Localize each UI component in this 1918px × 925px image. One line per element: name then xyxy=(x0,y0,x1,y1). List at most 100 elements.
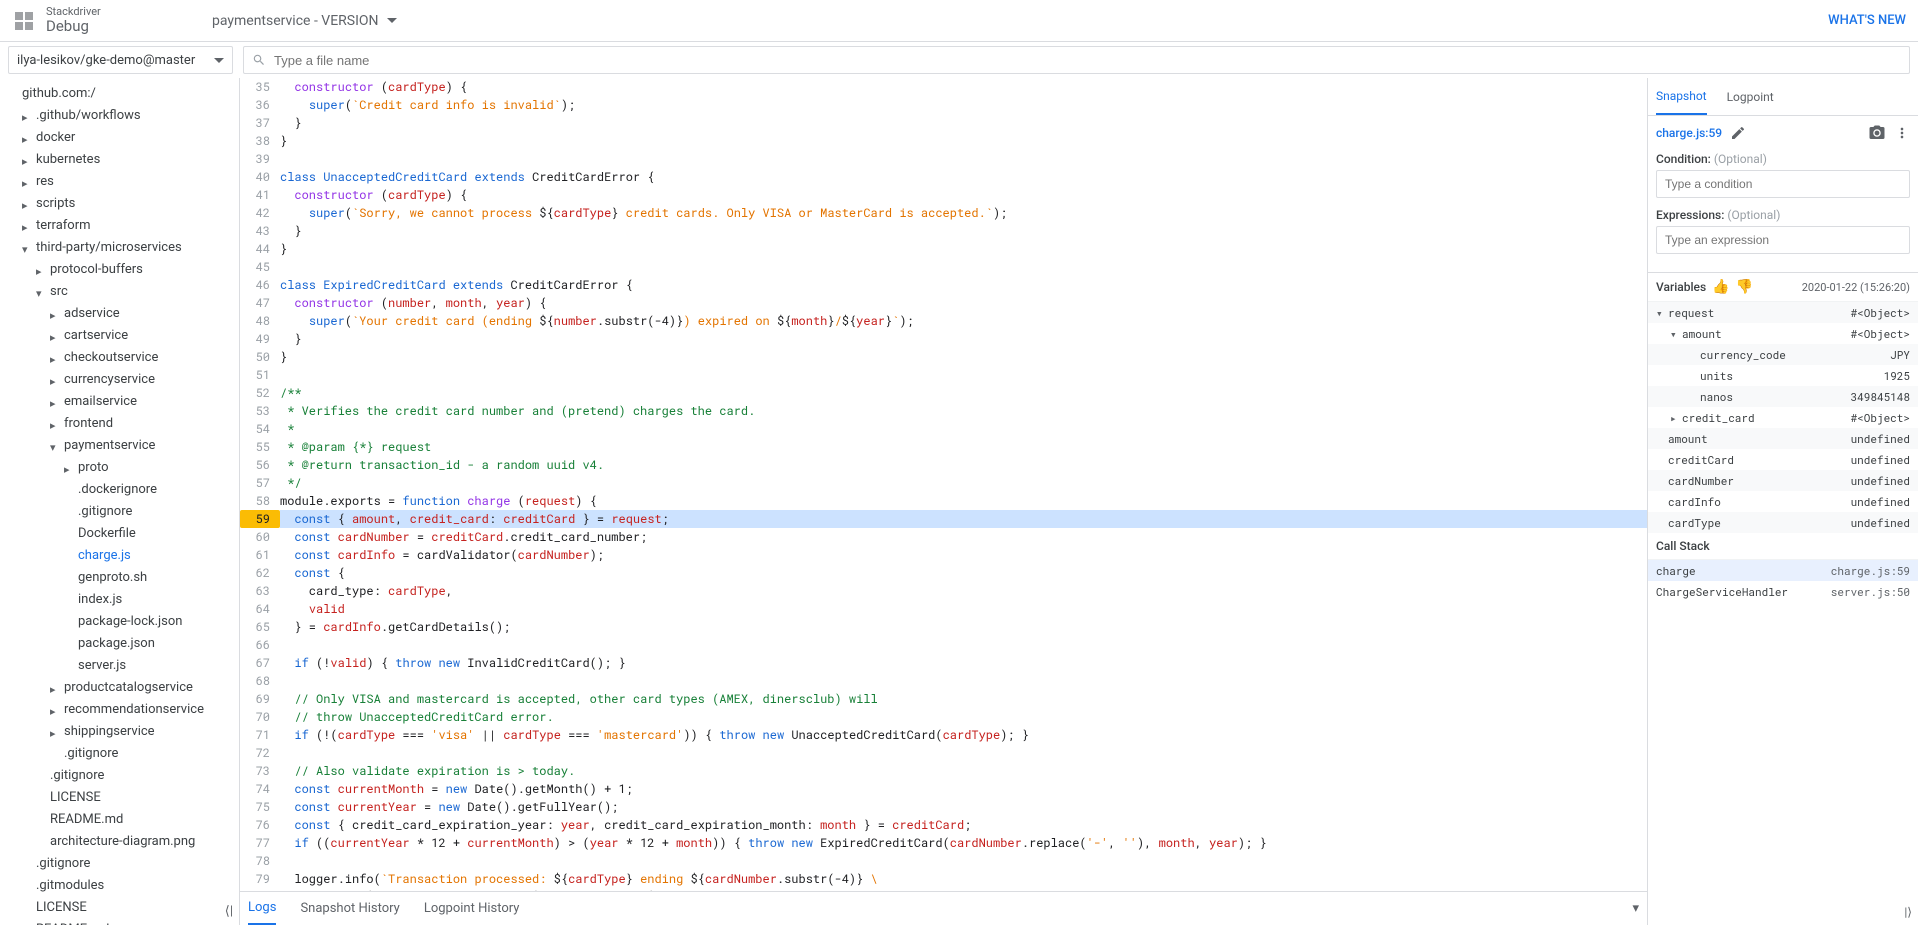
variable-row[interactable]: creditCardundefined xyxy=(1648,449,1918,470)
tree-item[interactable]: docker xyxy=(0,126,239,148)
code-line[interactable]: 46class ExpiredCreditCard extends Credit… xyxy=(240,276,1647,294)
tree-item[interactable]: proto xyxy=(0,456,239,478)
tree-item[interactable]: genproto.sh xyxy=(0,566,239,588)
code-line[interactable]: 38} xyxy=(240,132,1647,150)
tree-item[interactable]: emailservice xyxy=(0,390,239,412)
code-line[interactable]: 78 xyxy=(240,852,1647,870)
code-line[interactable]: 43 } xyxy=(240,222,1647,240)
tree-item[interactable]: LICENSE xyxy=(0,896,239,918)
code-line[interactable]: 74 const currentMonth = new Date().getMo… xyxy=(240,780,1647,798)
edit-icon[interactable] xyxy=(1730,125,1746,141)
code-line[interactable]: 71 if (!(cardType === 'visa' || cardType… xyxy=(240,726,1647,744)
thumbs-up-icon[interactable]: 👍 xyxy=(1712,279,1729,295)
tree-item[interactable]: .gitignore xyxy=(0,852,239,874)
project-selector[interactable]: paymentservice - VERSION xyxy=(212,13,397,29)
variable-row[interactable]: ▾request#<Object> xyxy=(1648,302,1918,323)
code-line[interactable]: 39 xyxy=(240,150,1647,168)
code-line[interactable]: 72 xyxy=(240,744,1647,762)
code-line[interactable]: 63 card_type: cardType, xyxy=(240,582,1647,600)
tab-logpoint-history[interactable]: Logpoint History xyxy=(424,893,520,924)
code-line[interactable]: 45 xyxy=(240,258,1647,276)
variable-row[interactable]: cardInfoundefined xyxy=(1648,491,1918,512)
tree-item[interactable]: .github/workflows xyxy=(0,104,239,126)
code-line[interactable]: 55 * @param {*} request xyxy=(240,438,1647,456)
tree-item[interactable]: currencyservice xyxy=(0,368,239,390)
expression-input[interactable] xyxy=(1656,226,1910,254)
code-line[interactable]: 36 super(`Credit card info is invalid`); xyxy=(240,96,1647,114)
variable-row[interactable]: ▸credit_card#<Object> xyxy=(1648,407,1918,428)
whats-new-link[interactable]: WHAT'S NEW xyxy=(1828,13,1906,28)
variable-row[interactable]: cardNumberundefined xyxy=(1648,470,1918,491)
code-line[interactable]: 68 xyxy=(240,672,1647,690)
tree-item[interactable]: .gitignore xyxy=(0,764,239,786)
code-line[interactable]: 66 xyxy=(240,636,1647,654)
expand-panel-icon[interactable]: ▾ xyxy=(1632,901,1639,916)
tree-item[interactable]: README.md xyxy=(0,918,239,925)
code-line[interactable]: 73 // Also validate expiration is > toda… xyxy=(240,762,1647,780)
code-line[interactable]: 54 * xyxy=(240,420,1647,438)
code-line[interactable]: 79 logger.info(`Transaction processed: $… xyxy=(240,870,1647,888)
variable-row[interactable]: amountundefined xyxy=(1648,428,1918,449)
tree-item[interactable]: github.com:/ xyxy=(0,82,239,104)
variable-row[interactable]: units1925 xyxy=(1648,365,1918,386)
code-line[interactable]: 69 // Only VISA and mastercard is accept… xyxy=(240,690,1647,708)
code-line[interactable]: 41 constructor (cardType) { xyxy=(240,186,1647,204)
tree-item[interactable]: .dockerignore xyxy=(0,478,239,500)
tab-snapshot-history[interactable]: Snapshot History xyxy=(300,893,399,924)
code-line[interactable]: 47 constructor (number, month, year) { xyxy=(240,294,1647,312)
code-line[interactable]: 75 const currentYear = new Date().getFul… xyxy=(240,798,1647,816)
code-line[interactable]: 61 const cardInfo = cardValidator(cardNu… xyxy=(240,546,1647,564)
tree-item[interactable]: .gitmodules xyxy=(0,874,239,896)
code-line[interactable]: 64 valid xyxy=(240,600,1647,618)
tree-item[interactable]: .gitignore xyxy=(0,742,239,764)
tab-snapshot[interactable]: Snapshot xyxy=(1656,78,1707,115)
code-viewer[interactable]: 35 constructor (cardType) {36 super(`Cre… xyxy=(240,78,1647,891)
code-line[interactable]: 67 if (!valid) { throw new InvalidCredit… xyxy=(240,654,1647,672)
code-line[interactable]: 53 * Verifies the credit card number and… xyxy=(240,402,1647,420)
code-line[interactable]: 65 } = cardInfo.getCardDetails(); xyxy=(240,618,1647,636)
variable-row[interactable]: ▾amount#<Object> xyxy=(1648,323,1918,344)
tree-item[interactable]: LICENSE xyxy=(0,786,239,808)
tree-item[interactable]: shippingservice xyxy=(0,720,239,742)
code-line[interactable]: 76 const { credit_card_expiration_year: … xyxy=(240,816,1647,834)
more-vert-icon[interactable] xyxy=(1894,125,1910,141)
code-line[interactable]: 51 xyxy=(240,366,1647,384)
code-line[interactable]: 49 } xyxy=(240,330,1647,348)
callstack-row[interactable]: ChargeServiceHandlerserver.js:50 xyxy=(1648,581,1918,602)
tree-item[interactable]: Dockerfile xyxy=(0,522,239,544)
code-line[interactable]: 42 super(`Sorry, we cannot process ${car… xyxy=(240,204,1647,222)
tree-item[interactable]: terraform xyxy=(0,214,239,236)
code-line[interactable]: 57 */ xyxy=(240,474,1647,492)
tree-item[interactable]: package-lock.json xyxy=(0,610,239,632)
camera-icon[interactable] xyxy=(1868,124,1886,142)
variable-row[interactable]: nanos349845148 xyxy=(1648,386,1918,407)
code-line[interactable]: 59 const { amount, credit_card: creditCa… xyxy=(240,510,1647,528)
variable-row[interactable]: cardTypeundefined xyxy=(1648,512,1918,533)
code-line[interactable]: 50} xyxy=(240,348,1647,366)
tree-item[interactable]: charge.js xyxy=(0,544,239,566)
tree-item[interactable]: kubernetes xyxy=(0,148,239,170)
code-line[interactable]: 40class UnacceptedCreditCard extends Cre… xyxy=(240,168,1647,186)
code-line[interactable]: 77 if ((currentYear * 12 + currentMonth)… xyxy=(240,834,1647,852)
tree-item[interactable]: README.md xyxy=(0,808,239,830)
code-line[interactable]: 37 } xyxy=(240,114,1647,132)
tree-item[interactable]: .gitignore xyxy=(0,500,239,522)
tab-logpoint[interactable]: Logpoint xyxy=(1727,78,1774,115)
code-line[interactable]: 44} xyxy=(240,240,1647,258)
tree-item[interactable]: package.json xyxy=(0,632,239,654)
code-line[interactable]: 80 Amount: ${amount.currency_code}${amou… xyxy=(240,888,1647,891)
callstack-row[interactable]: chargecharge.js:59 xyxy=(1648,560,1918,581)
file-search-input[interactable] xyxy=(274,53,1901,68)
file-search-box[interactable] xyxy=(243,46,1910,74)
snapshot-location[interactable]: charge.js:59 xyxy=(1656,126,1722,140)
tree-item[interactable]: protocol-buffers xyxy=(0,258,239,280)
condition-input[interactable] xyxy=(1656,170,1910,198)
code-line[interactable]: 58module.exports = function charge (requ… xyxy=(240,492,1647,510)
repo-selector[interactable]: ilya-lesikov/gke-demo@master xyxy=(8,46,233,74)
tree-item[interactable]: frontend xyxy=(0,412,239,434)
tree-item[interactable]: cartservice xyxy=(0,324,239,346)
tree-item[interactable]: third-party/microservices xyxy=(0,236,239,258)
tree-item[interactable]: paymentservice xyxy=(0,434,239,456)
code-line[interactable]: 56 * @return transaction_id - a random u… xyxy=(240,456,1647,474)
tree-item[interactable]: scripts xyxy=(0,192,239,214)
